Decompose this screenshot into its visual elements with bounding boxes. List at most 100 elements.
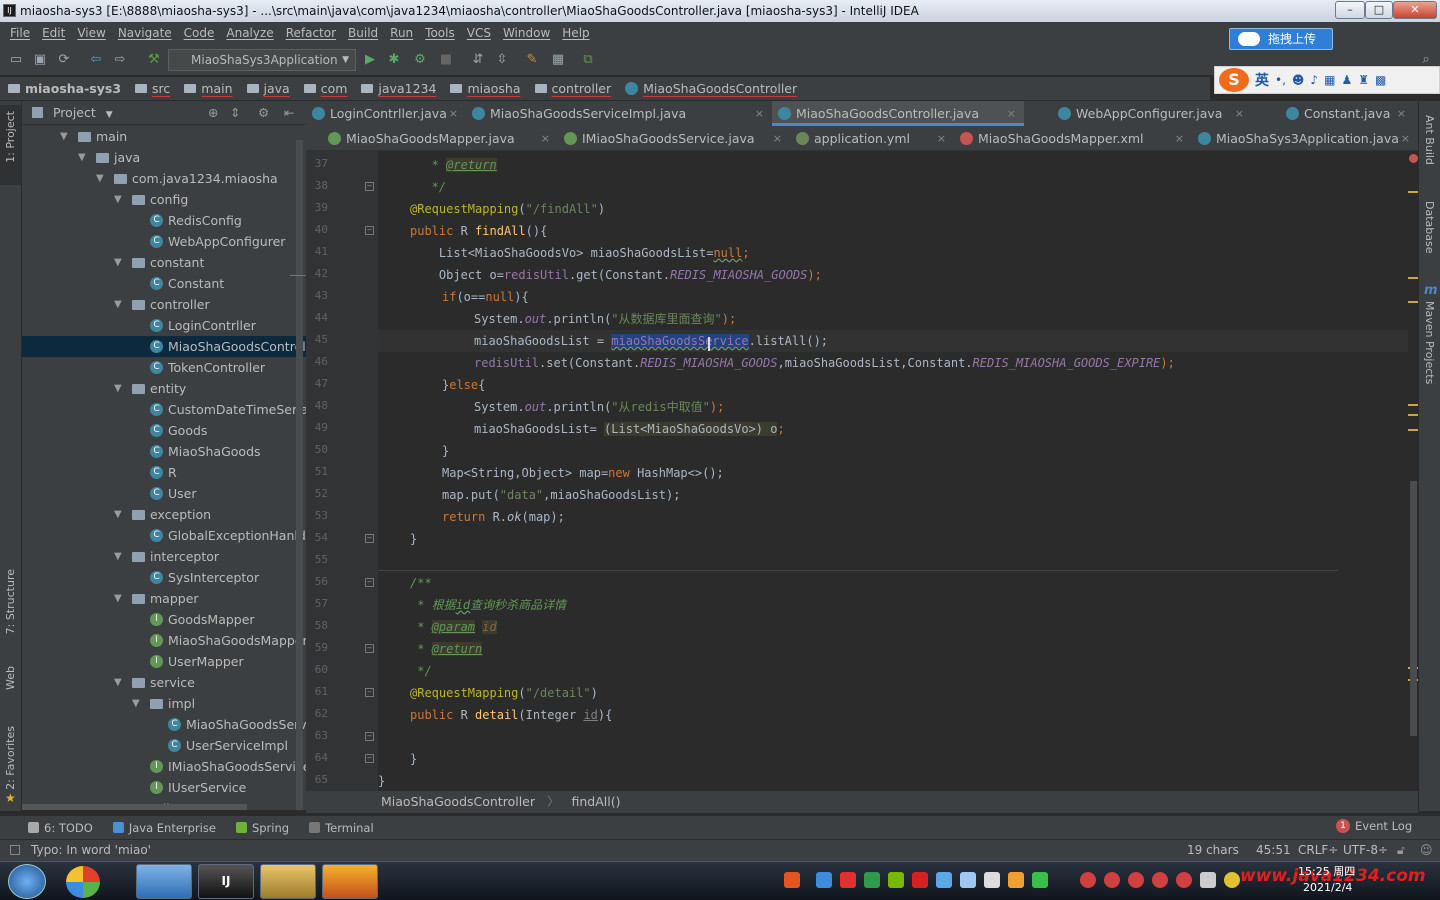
fold-marker-icon[interactable]: −: [365, 754, 374, 763]
editor-scrollbar[interactable]: [1410, 481, 1417, 736]
breadcrumb-item[interactable]: miaosha: [450, 81, 521, 96]
tree-node[interactable]: C LoginContrller: [22, 315, 306, 336]
tray-s-icon[interactable]: [912, 872, 928, 888]
inspector-icon[interactable]: ☺: [1420, 840, 1433, 861]
tree-node[interactable]: ▼ mapper: [22, 588, 306, 609]
status-line-separator[interactable]: CRLF÷: [1298, 840, 1338, 861]
menu-analyze[interactable]: Analyze: [220, 22, 279, 44]
tree-node[interactable]: C SysInterceptor: [22, 567, 306, 588]
project-structure-icon[interactable]: ▦: [550, 52, 566, 68]
tray-qq-icon[interactable]: [1104, 872, 1120, 888]
breadcrumb-item[interactable]: controller: [534, 81, 611, 96]
chevron-down-icon[interactable]: ▼: [114, 588, 122, 609]
tray-sogou-icon[interactable]: [784, 872, 800, 888]
chevron-down-icon[interactable]: ▼: [114, 672, 122, 693]
taskbar-browser-icon[interactable]: [136, 864, 192, 899]
tray-power-icon[interactable]: [1224, 872, 1240, 888]
tree-node[interactable]: I UserMapper: [22, 651, 306, 672]
save-all-icon[interactable]: ▣: [32, 52, 48, 68]
error-indicator-icon[interactable]: [1409, 154, 1418, 163]
tree-node[interactable]: C MiaoShaGoodsControll: [22, 336, 306, 357]
tree-node[interactable]: C GlobalExceptionHanlde: [22, 525, 306, 546]
close-tab-icon[interactable]: ×: [773, 126, 782, 151]
tree-node[interactable]: I GoodsMapper: [22, 609, 306, 630]
debug-icon[interactable]: ✱: [386, 52, 402, 68]
menu-code[interactable]: Code: [178, 22, 221, 44]
project-side-tab[interactable]: 1: Project: [4, 111, 17, 163]
forward-arrow-icon[interactable]: ⇨: [112, 52, 128, 68]
gear-icon[interactable]: ⚙: [258, 101, 269, 125]
chevron-down-icon[interactable]: ▼: [106, 110, 113, 120]
run-configuration-select[interactable]: MiaoShaSys3Application ▼: [168, 49, 356, 71]
chevron-down-icon[interactable]: ▼: [60, 126, 68, 147]
tree-node[interactable]: C UserServiceImpl: [22, 735, 306, 756]
chevron-down-icon[interactable]: ▼: [114, 504, 122, 525]
punct-icon[interactable]: •,: [1275, 73, 1286, 87]
menu-refactor[interactable]: Refactor: [280, 22, 342, 44]
tray-wechat-icon[interactable]: [1032, 872, 1048, 888]
status-position[interactable]: 45:51: [1256, 840, 1291, 861]
tree-node[interactable]: C TokenController: [22, 357, 306, 378]
status-encoding[interactable]: UTF-8÷: [1343, 840, 1388, 861]
menu-navigate[interactable]: Navigate: [112, 22, 178, 44]
taskbar-intellij-icon[interactable]: IJ: [198, 864, 254, 899]
project-panel-title[interactable]: Project: [53, 105, 96, 120]
tray-qq-icon[interactable]: [1152, 872, 1168, 888]
editor-tab[interactable]: MiaoShaSys3Application.java ×: [1192, 126, 1418, 151]
settings-wrench-icon[interactable]: ✎: [524, 52, 540, 68]
breadcrumb-item[interactable]: com: [303, 81, 347, 96]
tool-window-button[interactable]: Terminal: [309, 821, 374, 835]
maven-projects-side-tab[interactable]: Maven Projects: [1423, 301, 1436, 384]
tree-node[interactable]: ▼ exception: [22, 504, 306, 525]
update-app-icon[interactable]: ⇵: [470, 52, 486, 68]
chevron-down-icon[interactable]: ▼: [114, 546, 122, 567]
collapse-icon[interactable]: ⇕: [230, 101, 240, 125]
maximize-button[interactable]: □: [1365, 1, 1393, 19]
tray-shield-icon[interactable]: [864, 872, 880, 888]
run-icon[interactable]: ▶: [362, 52, 378, 68]
back-arrow-icon[interactable]: ⇦: [88, 52, 104, 68]
favorites-side-tab[interactable]: 2: Favorites: [4, 726, 17, 790]
chevron-down-icon[interactable]: ▼: [114, 252, 122, 273]
tree-node[interactable]: I MiaoShaGoodsMapper: [22, 630, 306, 651]
close-tab-icon[interactable]: ×: [1007, 101, 1016, 126]
tray-qq-icon[interactable]: [1080, 872, 1096, 888]
tree-node[interactable]: ▼ java: [22, 147, 306, 168]
taskbar-date[interactable]: 2021/2/4: [1303, 881, 1352, 894]
tree-node[interactable]: C User: [22, 483, 306, 504]
close-button[interactable]: ✕: [1393, 1, 1437, 19]
mic-icon[interactable]: ♪: [1310, 73, 1318, 87]
tree-horizontal-scrollbar[interactable]: [22, 804, 247, 810]
status-toggle-icon[interactable]: [10, 845, 20, 855]
database-side-tab[interactable]: Database: [1423, 201, 1436, 254]
chevron-down-icon[interactable]: ▼: [96, 168, 104, 189]
breadcrumb-item[interactable]: java1234: [361, 81, 436, 96]
tray-qq-icon[interactable]: [1176, 872, 1192, 888]
event-log-button[interactable]: 1 Event Log: [1336, 819, 1412, 833]
stop-icon[interactable]: ■: [438, 52, 454, 68]
structure-side-tab[interactable]: 7: Structure: [4, 569, 17, 634]
tree-node[interactable]: ▼ constant: [22, 252, 306, 273]
taskbar-explorer-icon[interactable]: [260, 864, 316, 899]
tree-node[interactable]: C MiaoShaGoodsServi: [22, 714, 306, 735]
tree-node[interactable]: ▼ main: [22, 126, 306, 147]
menu-window[interactable]: Window: [497, 22, 556, 44]
close-tab-icon[interactable]: ×: [937, 126, 946, 151]
tool-window-button[interactable]: 6: TODO: [28, 821, 93, 835]
tree-node[interactable]: C Constant: [22, 273, 306, 294]
editor-tab[interactable]: MiaoShaGoodsController.java ×: [772, 101, 1024, 126]
fold-marker-icon[interactable]: −: [365, 226, 374, 235]
close-tab-icon[interactable]: ×: [1175, 126, 1184, 151]
tree-node[interactable]: C Goods: [22, 420, 306, 441]
ant-build-side-tab[interactable]: Ant Build: [1423, 115, 1436, 165]
menu-file[interactable]: File: [4, 22, 36, 44]
tray-nvidia-icon[interactable]: [888, 872, 904, 888]
coverage-icon[interactable]: ⚙: [412, 52, 428, 68]
deploy-icon[interactable]: ⇳: [494, 52, 510, 68]
chevron-down-icon[interactable]: ▼: [132, 693, 140, 714]
tool-window-button[interactable]: Spring: [235, 821, 289, 835]
menu-view[interactable]: View: [71, 22, 111, 44]
editor-tab[interactable]: MiaoShaGoodsMapper.java ×: [322, 126, 558, 151]
tray-box-icon[interactable]: [816, 872, 832, 888]
tree-node[interactable]: I IMiaoShaGoodsService: [22, 756, 306, 777]
